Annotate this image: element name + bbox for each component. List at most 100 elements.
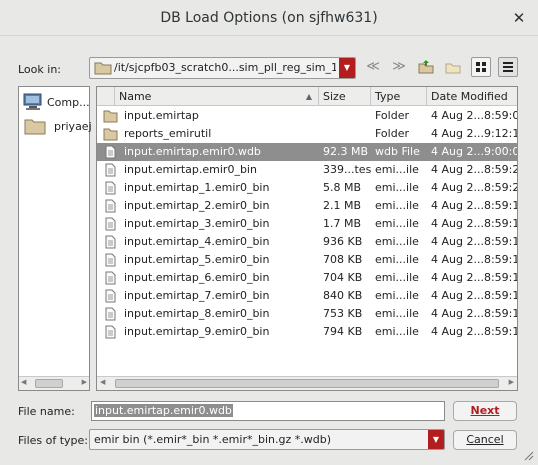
chevron-down-icon[interactable]: ▼ — [339, 58, 355, 78]
place-label: Comp... — [47, 96, 90, 109]
next-button[interactable]: Next — [453, 401, 517, 421]
header-name[interactable]: Name ▲ — [115, 87, 319, 106]
table-row[interactable]: input.emirtap_3.emir0_bin 1.7 MB emi...ile… — [97, 215, 517, 233]
file-date-cell: 4 Aug 2...8:59:15 — [431, 199, 517, 212]
up-folder-icon[interactable] — [416, 57, 436, 77]
file-name-input[interactable]: input.emirtap.emir0.wdb — [91, 401, 445, 421]
table-row[interactable]: input.emirtap_8.emir0_bin 753 KB emi...ile… — [97, 305, 517, 323]
cancel-label: Cancel — [466, 433, 504, 446]
forward-icon[interactable]: ≫ — [389, 57, 409, 77]
file-type-value: emir bin (*.emir*_bin *.emir*_bin.gz *.w… — [94, 433, 331, 446]
header-name-label: Name — [119, 90, 152, 103]
scroll-thumb[interactable] — [35, 379, 63, 388]
file-name-cell: input.emirtap_4.emir0_bin — [124, 235, 270, 248]
file-size-cell — [323, 125, 371, 143]
file-name-cell: input.emirtap_7.emir0_bin — [124, 289, 270, 302]
header-date-modified[interactable]: Date Modified — [427, 87, 517, 106]
scroll-left-icon[interactable]: ◀ — [100, 378, 105, 386]
file-type-cell: emi...ile — [375, 199, 419, 212]
header-size[interactable]: Size — [319, 87, 371, 106]
icon-view-icon[interactable] — [471, 57, 491, 77]
file-size-cell: 840 KB — [323, 289, 363, 302]
file-size-cell: 708 KB — [323, 253, 363, 266]
file-icon — [105, 235, 116, 249]
folder-icon — [24, 119, 46, 135]
file-name-cell: input.emirtap_9.emir0_bin — [124, 325, 270, 338]
folder-icon — [103, 110, 118, 123]
scroll-right-icon[interactable]: ▶ — [82, 378, 87, 386]
table-row[interactable]: input.emirtap.emir0_bin 339...tes emi...il… — [97, 161, 517, 179]
file-type-cell: emi...ile — [375, 217, 419, 230]
file-icon — [105, 145, 116, 159]
file-date-cell: 4 Aug 2...8:59:23 — [431, 163, 517, 176]
new-folder-icon[interactable] — [443, 57, 463, 77]
file-type-cell: Folder — [375, 127, 409, 140]
file-size-cell: 2.1 MB — [323, 199, 362, 212]
table-row[interactable]: input.emirtap.emir0.wdb 92.3 MB wdb File 4 … — [97, 143, 517, 161]
title-bar: DB Load Options (on sjfhw631) ✕ — [0, 0, 538, 36]
table-row[interactable]: input.emirtap_6.emir0_bin 704 KB emi...ile… — [97, 269, 517, 287]
header-icon-column — [97, 87, 115, 106]
file-size-cell: 794 KB — [323, 325, 363, 338]
file-icon — [105, 181, 116, 195]
file-name-cell: input.emirtap — [124, 109, 199, 122]
file-name-cell: input.emirtap.emir0_bin — [124, 163, 257, 176]
table-row[interactable]: input.emirtap_9.emir0_bin 794 KB emi...ile… — [97, 323, 517, 341]
file-icon — [105, 289, 116, 303]
file-size-cell: 339...tes — [323, 163, 371, 176]
cancel-button[interactable]: Cancel — [453, 430, 517, 450]
file-date-cell: 4 Aug 2...8:59:13 — [431, 271, 517, 284]
file-type-cell: wdb File — [375, 145, 420, 158]
file-type-cell: emi...ile — [375, 289, 419, 302]
file-type-combo[interactable]: emir bin (*.emir*_bin *.emir*_bin.gz *.w… — [89, 429, 445, 450]
file-name-cell: input.emirtap_6.emir0_bin — [124, 271, 270, 284]
scroll-right-icon[interactable]: ▶ — [509, 378, 514, 386]
file-type-label: Files of type: — [18, 434, 89, 447]
file-icon — [105, 199, 116, 213]
places-horizontal-scrollbar[interactable]: ◀ ▶ — [19, 376, 89, 390]
file-name-value: input.emirtap.emir0.wdb — [94, 404, 233, 417]
resize-grip-icon[interactable] — [522, 449, 534, 461]
file-size-cell: 1.7 MB — [323, 217, 362, 230]
file-type-cell: emi...ile — [375, 307, 419, 320]
file-type-cell: emi...ile — [375, 271, 419, 284]
folder-icon — [94, 62, 112, 75]
file-list-horizontal-scrollbar[interactable]: ◀ ▶ — [97, 376, 517, 390]
file-type-cell: emi...ile — [375, 253, 419, 266]
table-row[interactable]: input.emirtap_5.emir0_bin 708 KB emi...ile… — [97, 251, 517, 269]
file-type-cell: emi...ile — [375, 163, 419, 176]
file-list-header: Name ▲ Size Type Date Modified — [97, 87, 517, 106]
file-list: Name ▲ Size Type Date Modified input.emi… — [96, 86, 518, 391]
file-name-cell: input.emirtap_8.emir0_bin — [124, 307, 270, 320]
file-date-cell: 4 Aug 2...8:59:22 — [431, 181, 517, 194]
table-row[interactable]: input.emirtap Folder 4 Aug 2...8:59:09 — [97, 107, 517, 125]
file-date-cell: 4 Aug 2...9:12:15 — [431, 127, 517, 140]
table-row[interactable]: input.emirtap_7.emir0_bin 840 KB emi...ile… — [97, 287, 517, 305]
table-row[interactable]: input.emirtap_2.emir0_bin 2.1 MB emi...ile… — [97, 197, 517, 215]
file-name-cell: input.emirtap_3.emir0_bin — [124, 217, 270, 230]
computer-icon — [23, 93, 42, 110]
window-title: DB Load Options (on sjfhw631) — [160, 10, 378, 26]
look-in-combo[interactable]: /it/sjcpfb03_scratch0...sim_pll_reg_sim_… — [89, 57, 356, 79]
file-size-cell — [323, 107, 371, 125]
header-type[interactable]: Type — [371, 87, 427, 106]
file-size-cell: 753 KB — [323, 307, 363, 320]
file-icon — [105, 163, 116, 177]
file-name-cell: input.emirtap_5.emir0_bin — [124, 253, 270, 266]
table-row[interactable]: reports_emirutil Folder 4 Aug 2...9:12:15 — [97, 125, 517, 143]
places-sidebar: Comp... priyaej ◀ ▶ — [18, 86, 92, 391]
file-name-label: File name: — [18, 405, 75, 418]
table-row[interactable]: input.emirtap_1.emir0_bin 5.8 MB emi...ile… — [97, 179, 517, 197]
scroll-thumb[interactable] — [115, 379, 499, 388]
scroll-left-icon[interactable]: ◀ — [21, 378, 26, 386]
file-type-cell: Folder — [375, 109, 409, 122]
close-icon[interactable]: ✕ — [510, 9, 528, 27]
chevron-down-icon[interactable]: ▼ — [428, 430, 444, 449]
back-icon[interactable]: ≪ — [363, 57, 383, 77]
file-date-cell: 4 Aug 2...8:59:13 — [431, 253, 517, 266]
folder-icon — [103, 128, 118, 141]
list-view-icon[interactable] — [498, 57, 518, 77]
table-row[interactable]: input.emirtap_4.emir0_bin 936 KB emi...ile… — [97, 233, 517, 251]
file-icon — [105, 253, 116, 267]
file-name-cell: input.emirtap_2.emir0_bin — [124, 199, 270, 212]
